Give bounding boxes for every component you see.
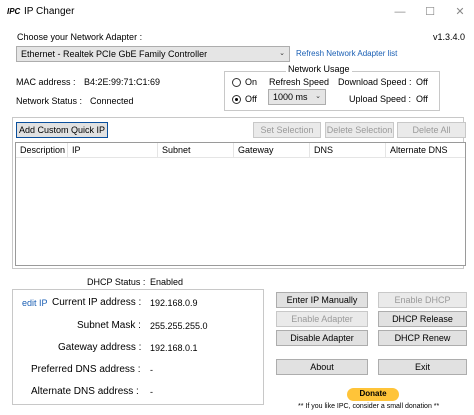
preferred-dns-label: Preferred DNS address : bbox=[31, 364, 141, 375]
edit-ip-link[interactable]: edit IP bbox=[22, 298, 48, 308]
column-header[interactable]: DNS bbox=[310, 143, 386, 158]
subnet-mask-value: 255.255.255.0 bbox=[150, 321, 208, 331]
column-header[interactable]: Subnet bbox=[158, 143, 234, 158]
current-ip-value: 192.168.0.9 bbox=[150, 298, 198, 308]
window-title: IP Changer bbox=[24, 6, 75, 17]
download-speed-label: Download Speed : bbox=[338, 77, 412, 87]
usage-on-radio[interactable] bbox=[232, 78, 241, 87]
refresh-speed-label: Refresh Speed bbox=[269, 77, 330, 87]
current-ip-label: Current IP address : bbox=[52, 297, 142, 308]
refresh-speed-select[interactable]: 1000 ms ⌄ bbox=[268, 89, 326, 105]
network-usage-title: Network Usage bbox=[286, 64, 352, 74]
usage-off-radio[interactable] bbox=[232, 95, 241, 104]
dhcp-release-button[interactable]: DHCP Release bbox=[378, 311, 467, 327]
download-speed-value: Off bbox=[416, 77, 428, 87]
disable-adapter-button[interactable]: Disable Adapter bbox=[276, 330, 368, 346]
column-header[interactable]: Gateway bbox=[234, 143, 310, 158]
chevron-down-icon: ⌄ bbox=[279, 50, 285, 57]
enable-adapter-button[interactable]: Enable Adapter bbox=[276, 311, 368, 327]
upload-speed-value: Off bbox=[416, 94, 428, 104]
alternate-dns-label: Alternate DNS address : bbox=[31, 386, 139, 397]
adapter-label: Choose your Network Adapter : bbox=[17, 32, 143, 42]
chevron-down-icon: ⌄ bbox=[315, 93, 321, 100]
preferred-dns-value: - bbox=[150, 365, 153, 375]
usage-on-label: On bbox=[245, 77, 258, 87]
adapter-select[interactable]: Ethernet - Realtek PCIe GbE Family Contr… bbox=[16, 46, 290, 62]
mac-value: B4:2E:99:71:C1:69 bbox=[84, 77, 161, 87]
adapter-select-value: Ethernet - Realtek PCIe GbE Family Contr… bbox=[21, 49, 208, 59]
refresh-speed-value: 1000 ms bbox=[273, 92, 308, 102]
upload-speed-label: Upload Speed : bbox=[349, 94, 412, 104]
set-selection-button[interactable]: Set Selection bbox=[253, 122, 321, 138]
app-icon: IPC bbox=[7, 7, 21, 16]
usage-off-label: Off bbox=[245, 94, 257, 104]
enter-ip-manually-button[interactable]: Enter IP Manually bbox=[276, 292, 368, 308]
delete-all-button[interactable]: Delete All bbox=[397, 122, 466, 138]
dhcp-renew-button[interactable]: DHCP Renew bbox=[378, 330, 467, 346]
gateway-value: 192.168.0.1 bbox=[150, 343, 198, 353]
delete-selection-button[interactable]: Delete Selection bbox=[325, 122, 394, 138]
refresh-adapter-link[interactable]: Refresh Network Adapter list bbox=[296, 49, 397, 58]
enable-dhcp-button[interactable]: Enable DHCP bbox=[378, 292, 467, 308]
donate-button[interactable]: Donate bbox=[347, 388, 399, 401]
about-button[interactable]: About bbox=[276, 359, 368, 375]
gateway-label: Gateway address : bbox=[58, 342, 142, 353]
column-header[interactable]: Alternate DNS bbox=[386, 143, 466, 158]
network-status-label: Network Status : bbox=[16, 96, 83, 106]
dhcp-status-label: DHCP Status : bbox=[87, 277, 146, 287]
network-status-value: Connected bbox=[90, 96, 134, 106]
version-label: v1.3.4.0 bbox=[433, 32, 466, 42]
subnet-mask-label: Subnet Mask : bbox=[77, 320, 141, 331]
exit-button[interactable]: Exit bbox=[378, 359, 467, 375]
add-quick-ip-button[interactable]: Add Custom Quick IP bbox=[16, 122, 108, 138]
table-header: Description IP Subnet Gateway DNS Altern… bbox=[16, 143, 465, 158]
quick-ip-table[interactable]: Description IP Subnet Gateway DNS Altern… bbox=[15, 142, 466, 266]
title-bar: IPC IP Changer — ☐ ✕ bbox=[0, 0, 474, 26]
close-icon[interactable]: ✕ bbox=[442, 0, 474, 24]
dhcp-status-value: Enabled bbox=[150, 277, 184, 287]
alternate-dns-value: - bbox=[150, 387, 153, 397]
column-header[interactable]: IP bbox=[68, 143, 158, 158]
column-header[interactable]: Description bbox=[16, 143, 68, 158]
donate-note: ** If you like IPC, consider a small don… bbox=[298, 403, 440, 410]
mac-label: MAC address : bbox=[16, 77, 76, 87]
